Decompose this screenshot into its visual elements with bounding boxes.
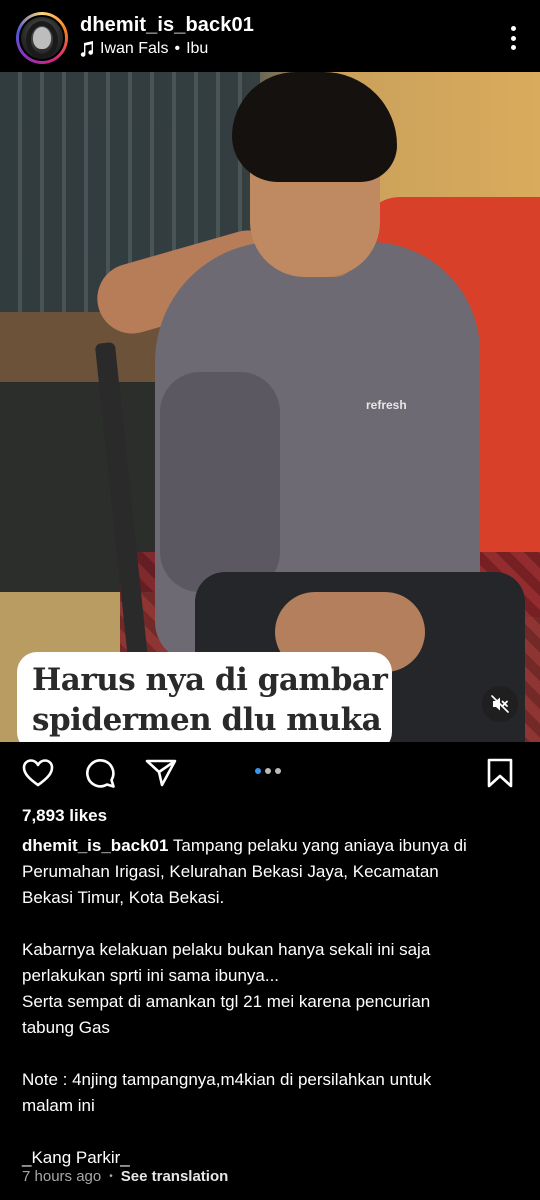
- carousel-dot-active: [255, 768, 261, 774]
- save-button[interactable]: [486, 758, 514, 788]
- carousel-dot: [275, 768, 281, 774]
- avatar[interactable]: [16, 12, 68, 64]
- caption-first-line: dhemit_is_back01 Tampang pelaku yang ani…: [22, 833, 522, 859]
- caption-line: Bekasi Timur, Kota Bekasi.: [22, 888, 225, 907]
- heart-icon: [22, 759, 54, 787]
- shirt-print: refresh: [366, 398, 407, 412]
- caption-line: malam ini: [22, 1096, 95, 1115]
- music-artist: Iwan Fals: [100, 40, 169, 57]
- username[interactable]: dhemit_is_back01: [80, 14, 254, 37]
- see-translation-link[interactable]: See translation: [121, 1168, 229, 1185]
- mute-button[interactable]: [482, 686, 518, 722]
- carousel-dot: [265, 768, 271, 774]
- bookmark-icon: [487, 758, 513, 788]
- music-track: Ibu: [186, 40, 209, 57]
- caption-text: Tampang pelaku yang aniaya ibunya di: [168, 836, 467, 855]
- post-header: dhemit_is_back01 Iwan Fals • Ibu: [0, 0, 540, 72]
- speaker-muted-icon: [491, 695, 509, 713]
- image-caption-line: Harus nya di gambar: [32, 662, 388, 698]
- carousel-indicator: [255, 768, 281, 774]
- music-separator: •: [174, 40, 181, 57]
- likes-count[interactable]: 7,893 likes: [22, 806, 107, 826]
- caption-line: perlakukan sprti ini sama ibunya...: [22, 966, 280, 985]
- post-image[interactable]: refresh Harus nya di gambar spidermen dl…: [0, 72, 540, 742]
- caption-line: Kabarnya kelakuan pelaku bukan hanya sek…: [22, 940, 431, 959]
- music-note-icon: [80, 41, 94, 57]
- like-button[interactable]: [22, 758, 54, 788]
- music-info[interactable]: Iwan Fals • Ibu: [80, 40, 208, 58]
- paper-plane-icon: [145, 759, 177, 787]
- more-vertical-icon[interactable]: [510, 26, 516, 50]
- caption-line: Serta sempat di amankan tgl 21 mei karen…: [22, 992, 431, 1011]
- caption-username[interactable]: dhemit_is_back01: [22, 836, 168, 855]
- caption-line: tabung Gas: [22, 1018, 110, 1037]
- share-button[interactable]: [145, 758, 177, 788]
- image-caption: Harus nya di gambar spidermen dlu muka: [32, 660, 392, 740]
- caption-line: Note : 4njing tampangnya,m4kian di persi…: [22, 1070, 432, 1089]
- post-caption: dhemit_is_back01 Tampang pelaku yang ani…: [22, 833, 522, 1171]
- post-meta: 7 hours ago • See translation: [22, 1168, 228, 1185]
- meta-separator: •: [109, 1171, 113, 1182]
- caption-line: Perumahan Irigasi, Kelurahan Bekasi Jaya…: [22, 862, 439, 881]
- comment-bubble-icon: [86, 759, 115, 788]
- avatar-image: [19, 15, 65, 61]
- comment-button[interactable]: [84, 758, 116, 788]
- post-timestamp: 7 hours ago: [22, 1168, 102, 1185]
- image-caption-line: spidermen dlu muka: [32, 702, 382, 738]
